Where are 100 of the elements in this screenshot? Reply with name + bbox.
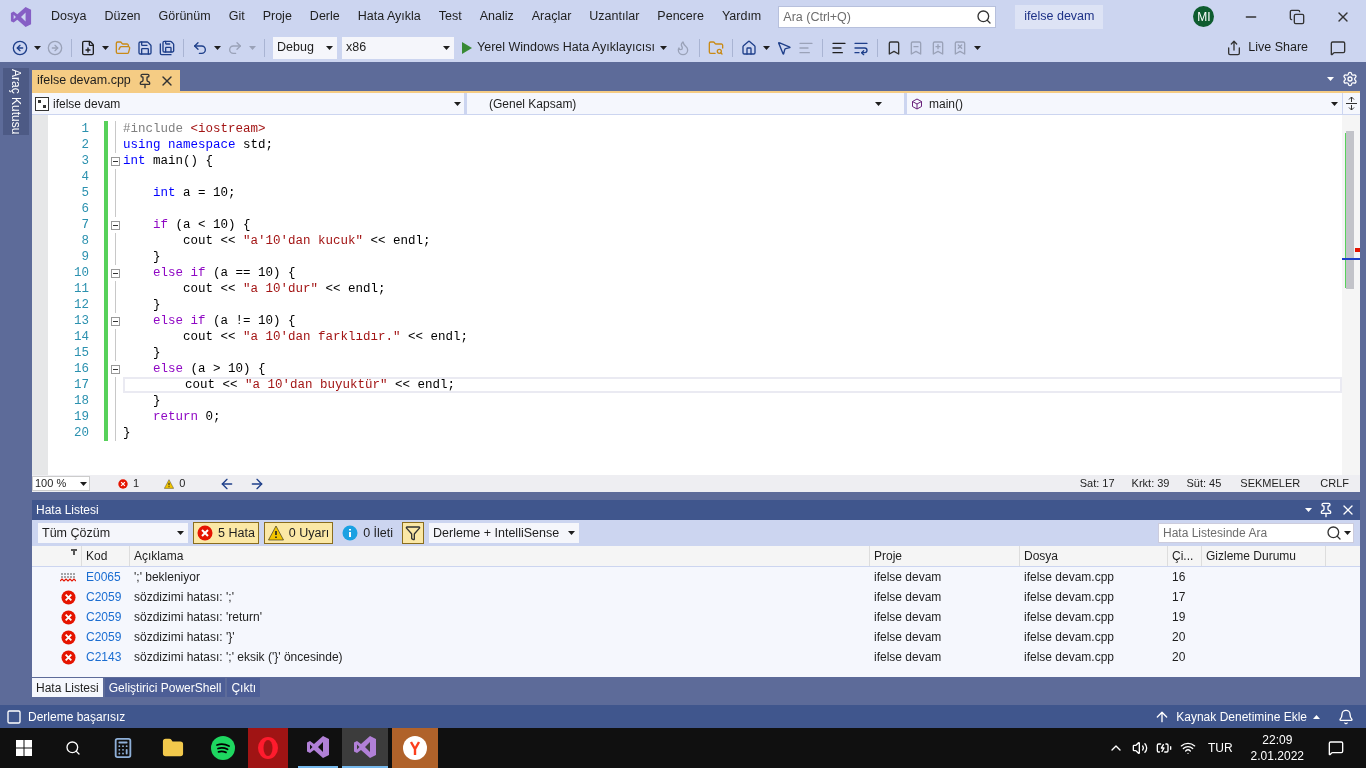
- windows-icon[interactable]: [16, 740, 32, 756]
- project-cell-text: ifelse devam: [873, 609, 943, 626]
- line-number: 3: [80, 152, 90, 170]
- line-number: 4: [80, 168, 90, 186]
- new-file-icon[interactable]: [80, 39, 96, 56]
- search-field[interactable]: Hata Listesinde Ara: [1158, 523, 1354, 543]
- menu-item[interactable]: Dosya: [42, 7, 96, 26]
- code-line: cout << "a'10'dan kucuk" << endl;: [182, 232, 431, 250]
- line-ending-indicator[interactable]: CRLF: [1320, 475, 1349, 492]
- source-dropdown[interactable]: Derleme + IntelliSense: [429, 523, 580, 543]
- source-control-button[interactable]: Kaynak Denetimine Ekle: [1154, 707, 1320, 726]
- column-header[interactable]: Gizleme Durumu: [1202, 546, 1326, 566]
- calculator-icon[interactable]: [112, 737, 134, 759]
- menu-item[interactable]: Araçlar: [522, 7, 581, 26]
- restore-icon[interactable]: [1289, 8, 1305, 25]
- panel-tab[interactable]: Hata Listesi: [32, 678, 103, 697]
- column-header[interactable]: Çi...: [1168, 546, 1202, 566]
- pin-icon[interactable]: [1318, 502, 1334, 518]
- collapse-icon[interactable]: [111, 316, 120, 326]
- filter-toggle-button[interactable]: 0 İleti: [338, 522, 398, 544]
- project-cell-text: ifelse devam: [873, 649, 943, 666]
- column-header[interactable]: Proje: [870, 546, 1020, 566]
- panel-tab[interactable]: Çıktı: [227, 678, 261, 697]
- collapse-icon[interactable]: [111, 268, 120, 278]
- status-message: Derleme başarısız: [28, 708, 126, 726]
- column-header[interactable]: Açıklama: [130, 546, 870, 566]
- error-code-link[interactable]: C2143: [82, 648, 130, 666]
- error-description: sözdizimi hatası: '}': [133, 629, 236, 646]
- menu-item[interactable]: Git: [219, 7, 254, 26]
- error-icon: [61, 629, 76, 645]
- language-indicator[interactable]: TUR: [1207, 739, 1233, 757]
- collapse-icon[interactable]: [111, 364, 120, 374]
- settings-icon[interactable]: [1342, 71, 1358, 87]
- menu-item[interactable]: Test: [429, 7, 471, 26]
- line-number: 14: [73, 328, 90, 346]
- solution-name: ifelse devam: [1015, 4, 1104, 29]
- bell-icon[interactable]: [1338, 708, 1354, 725]
- menu-item[interactable]: Analiz: [470, 7, 523, 26]
- save-all-icon[interactable]: [159, 39, 175, 56]
- project-icon: [35, 96, 49, 111]
- menu-item[interactable]: Görünüm: [149, 7, 220, 26]
- collapse-icon[interactable]: [111, 220, 120, 230]
- music-app-icon[interactable]: [211, 736, 235, 760]
- column-header[interactable]: Kod: [82, 546, 130, 566]
- save-icon[interactable]: [137, 39, 153, 56]
- error-code-link[interactable]: C2059: [82, 608, 130, 626]
- filter-button[interactable]: [402, 522, 425, 544]
- volume-icon[interactable]: [1131, 740, 1148, 756]
- menu-item[interactable]: Proje: [253, 7, 301, 26]
- filter-toggle-button[interactable]: 5 Hata: [193, 522, 259, 544]
- scrollbar[interactable]: [1342, 115, 1360, 475]
- collapse-icon[interactable]: [111, 156, 120, 166]
- zoom-dropdown[interactable]: 100 %: [32, 476, 90, 491]
- error-code-link[interactable]: E0065: [82, 568, 130, 586]
- member-dropdown[interactable]: main(): [907, 93, 1342, 114]
- sort-icon[interactable]: [71, 549, 77, 555]
- search-icon[interactable]: [65, 740, 81, 756]
- user-avatar[interactable]: MI: [1193, 6, 1215, 27]
- platform-dropdown[interactable]: x86: [342, 36, 454, 59]
- menu-item[interactable]: Uzantılar: [580, 7, 649, 26]
- notifications-icon[interactable]: [1328, 740, 1344, 756]
- toolbox-tab[interactable]: Araç Kutusu: [3, 68, 29, 136]
- indent-indicator[interactable]: SEKMELER: [1240, 475, 1301, 492]
- split-icon[interactable]: [1346, 97, 1357, 110]
- line-cell-text: 17: [1171, 589, 1187, 606]
- search-icon[interactable]: [1326, 525, 1342, 541]
- feedback-icon[interactable]: [1330, 39, 1346, 56]
- menu-item[interactable]: Derle: [300, 7, 349, 26]
- filter-toggle-button[interactable]: 0 Uyarı: [263, 522, 334, 544]
- warning-count[interactable]: 0: [179, 475, 186, 492]
- folder-icon[interactable]: [162, 737, 184, 759]
- error-code-link[interactable]: C2059: [82, 628, 130, 646]
- menu-item[interactable]: Hata Ayıkla: [348, 7, 430, 26]
- scope-dropdown[interactable]: Tüm Çözüm: [38, 523, 188, 543]
- search-icon[interactable]: [976, 8, 993, 25]
- error-count[interactable]: 1: [133, 475, 140, 492]
- taskbar-button[interactable]: [342, 728, 388, 768]
- code-line: }: [123, 424, 131, 442]
- back-icon[interactable]: [12, 39, 28, 56]
- taskbar-button[interactable]: [392, 728, 438, 768]
- document-tab[interactable]: ifelse devam.cpp: [32, 70, 180, 91]
- menu-item[interactable]: Pencere: [648, 7, 713, 26]
- run-button[interactable]: Yerel Windows Hata Ayıklayıcısı: [459, 38, 670, 57]
- clock[interactable]: 22:09 2.01.2022: [1250, 732, 1304, 764]
- search-field[interactable]: Ara (Ctrl+Q): [778, 5, 997, 28]
- wifi-icon[interactable]: [1179, 740, 1196, 756]
- battery-icon[interactable]: [1155, 740, 1172, 756]
- menu-item[interactable]: Yardım: [712, 7, 771, 26]
- live-share-button[interactable]: Live Share: [1226, 38, 1308, 57]
- line-number: 17: [73, 376, 90, 394]
- menu-item[interactable]: Düzen: [95, 7, 150, 26]
- column-header[interactable]: Dosya: [1020, 546, 1168, 566]
- error-code-link[interactable]: C2059: [82, 588, 130, 606]
- pointer-icon[interactable]: [775, 39, 792, 56]
- panel-tab[interactable]: Geliştirici PowerShell: [104, 678, 226, 697]
- configuration-dropdown[interactable]: Debug: [273, 36, 337, 59]
- file-cell-text: ifelse devam.cpp: [1023, 629, 1116, 646]
- undo-icon[interactable]: [192, 39, 208, 56]
- warning-icon: [164, 478, 175, 489]
- home-icon[interactable]: [740, 39, 757, 56]
